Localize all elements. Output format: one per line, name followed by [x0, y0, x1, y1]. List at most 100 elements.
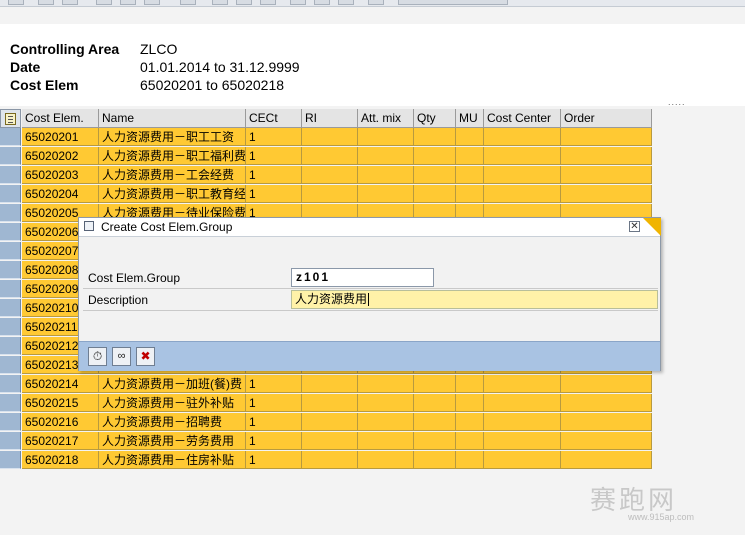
cell-order[interactable] — [561, 128, 652, 146]
cell-cost-center[interactable] — [484, 375, 561, 393]
cell-ri[interactable] — [302, 413, 358, 431]
cell-cost-center[interactable] — [484, 185, 561, 203]
cell-order[interactable] — [561, 166, 652, 184]
row-selector[interactable] — [0, 451, 21, 469]
cell-order[interactable] — [561, 394, 652, 412]
cell-cost-elem[interactable]: 65020203 — [22, 166, 99, 184]
column-header-cost-center[interactable]: Cost Center — [484, 109, 561, 128]
toolbar-button[interactable] — [38, 0, 54, 5]
cell-cost-center[interactable] — [484, 147, 561, 165]
row-selector[interactable] — [0, 394, 21, 412]
toolbar-button[interactable] — [314, 0, 330, 5]
toolbar-button[interactable] — [368, 0, 384, 5]
cell-name[interactable]: 人力资源费用－劳务费用 — [99, 432, 246, 450]
cell-qty[interactable] — [414, 166, 456, 184]
row-selector[interactable] — [0, 128, 21, 146]
cell-ri[interactable] — [302, 166, 358, 184]
execute-icon[interactable]: ⏱ — [88, 347, 107, 366]
glasses-icon[interactable]: ∞ — [112, 347, 131, 366]
cell-cect[interactable]: 1 — [246, 128, 302, 146]
cell-qty[interactable] — [414, 375, 456, 393]
cell-cect[interactable]: 1 — [246, 432, 302, 450]
cell-name[interactable]: 人力资源费用－职工教育经 — [99, 185, 246, 203]
cell-att-mix[interactable] — [358, 128, 414, 146]
row-selector[interactable] — [0, 413, 21, 431]
cell-qty[interactable] — [414, 432, 456, 450]
cell-cost-elem[interactable]: 65020214 — [22, 375, 99, 393]
cell-cost-elem[interactable]: 65020216 — [22, 413, 99, 431]
toolbar-button[interactable] — [180, 0, 196, 5]
toolbar-button[interactable] — [8, 0, 24, 5]
cancel-icon[interactable]: ✖ — [136, 347, 155, 366]
toolbar-button[interactable] — [290, 0, 306, 5]
cell-cect[interactable]: 1 — [246, 147, 302, 165]
toolbar-button[interactable] — [144, 0, 160, 5]
cell-att-mix[interactable] — [358, 413, 414, 431]
row-selector[interactable] — [0, 204, 21, 222]
cell-mu[interactable] — [456, 432, 484, 450]
cell-cect[interactable]: 1 — [246, 166, 302, 184]
row-selector[interactable] — [0, 375, 21, 393]
row-selector[interactable] — [0, 185, 21, 203]
cell-cost-elem[interactable]: 65020218 — [22, 451, 99, 469]
cell-mu[interactable] — [456, 375, 484, 393]
cell-mu[interactable] — [456, 185, 484, 203]
cell-name[interactable]: 人力资源费用－职工福利费 — [99, 147, 246, 165]
row-selector[interactable] — [0, 337, 21, 355]
cell-name[interactable]: 人力资源费用－工会经费 — [99, 166, 246, 184]
cell-cost-center[interactable] — [484, 166, 561, 184]
cell-order[interactable] — [561, 413, 652, 431]
cell-name[interactable]: 人力资源费用－招聘费 — [99, 413, 246, 431]
column-header-name[interactable]: Name — [99, 109, 246, 128]
cell-ri[interactable] — [302, 451, 358, 469]
toolbar-button[interactable] — [236, 0, 252, 5]
cell-mu[interactable] — [456, 394, 484, 412]
cell-order[interactable] — [561, 375, 652, 393]
cell-name[interactable]: 人力资源费用－驻外补贴 — [99, 394, 246, 412]
row-selector[interactable] — [0, 318, 21, 336]
close-icon[interactable]: ✕ — [629, 221, 640, 232]
cell-mu[interactable] — [456, 128, 484, 146]
column-header-cost-elem[interactable]: Cost Elem. — [22, 109, 99, 128]
row-selector[interactable] — [0, 299, 21, 317]
cell-att-mix[interactable] — [358, 394, 414, 412]
select-all-button[interactable] — [0, 109, 21, 128]
cell-cect[interactable]: 1 — [246, 413, 302, 431]
row-selector[interactable] — [0, 166, 21, 184]
cell-order[interactable] — [561, 432, 652, 450]
toolbar-button-wide[interactable] — [398, 0, 508, 5]
row-selector[interactable] — [0, 356, 21, 374]
cell-cect[interactable]: 1 — [246, 185, 302, 203]
cell-order[interactable] — [561, 147, 652, 165]
cell-qty[interactable] — [414, 185, 456, 203]
cell-att-mix[interactable] — [358, 432, 414, 450]
row-selector[interactable] — [0, 242, 21, 260]
cell-qty[interactable] — [414, 147, 456, 165]
toolbar-button[interactable] — [62, 0, 78, 5]
column-header-order[interactable]: Order — [561, 109, 652, 128]
cost-elem-group-input[interactable]: z101 — [291, 268, 434, 287]
toolbar-button[interactable] — [212, 0, 228, 5]
cell-mu[interactable] — [456, 166, 484, 184]
cell-cost-elem[interactable]: 65020215 — [22, 394, 99, 412]
cell-name[interactable]: 人力资源费用－职工工资 — [99, 128, 246, 146]
cell-cect[interactable]: 1 — [246, 451, 302, 469]
cell-qty[interactable] — [414, 413, 456, 431]
column-header-qty[interactable]: Qty — [414, 109, 456, 128]
splitter-handle[interactable]: ..... — [668, 97, 686, 107]
cell-ri[interactable] — [302, 432, 358, 450]
cell-cost-center[interactable] — [484, 128, 561, 146]
cell-qty[interactable] — [414, 394, 456, 412]
cell-cost-center[interactable] — [484, 432, 561, 450]
cell-ri[interactable] — [302, 375, 358, 393]
cell-order[interactable] — [561, 185, 652, 203]
cell-mu[interactable] — [456, 147, 484, 165]
cell-cost-elem[interactable]: 65020217 — [22, 432, 99, 450]
toolbar-button[interactable] — [338, 0, 354, 5]
toolbar-button[interactable] — [96, 0, 112, 5]
row-selector[interactable] — [0, 280, 21, 298]
cell-mu[interactable] — [456, 413, 484, 431]
cell-cost-elem[interactable]: 65020201 — [22, 128, 99, 146]
cell-name[interactable]: 人力资源费用－住房补贴 — [99, 451, 246, 469]
cell-ri[interactable] — [302, 128, 358, 146]
